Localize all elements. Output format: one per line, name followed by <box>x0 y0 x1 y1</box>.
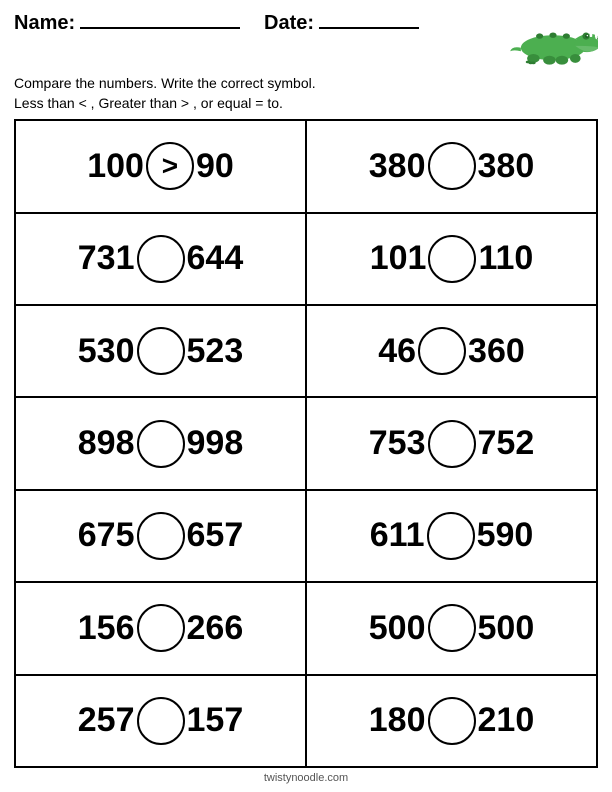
cell-content: 530 523 <box>16 327 305 375</box>
num2: 998 <box>187 424 244 463</box>
cell-content: 675 657 <box>16 512 305 560</box>
num1: 380 <box>369 147 426 186</box>
cell-content: 753 752 <box>307 420 596 468</box>
table-row-0-right: 380 380 <box>306 120 597 212</box>
cell-content: 257 157 <box>16 697 305 745</box>
num1: 731 <box>78 239 135 278</box>
table-row-3-right: 753 752 <box>306 397 597 489</box>
num1: 100 <box>87 147 144 186</box>
num1: 101 <box>370 239 427 278</box>
instructions-line2: Less than < , Greater than > , or equal … <box>14 95 283 111</box>
table-row-4-right: 611 590 <box>306 490 597 582</box>
table-row-0-left: 100 > 90 <box>15 120 306 212</box>
num2: 90 <box>196 147 234 186</box>
website-label: twistynoodle.com <box>264 772 348 784</box>
cell-content: 46 360 <box>307 327 596 375</box>
table-row-6-left: 257 157 <box>15 675 306 767</box>
num1: 180 <box>369 701 426 740</box>
table-row-2-right: 46 360 <box>306 305 597 397</box>
num1: 898 <box>78 424 135 463</box>
name-underline[interactable] <box>80 27 240 29</box>
instructions-block: Compare the numbers. Write the correct s… <box>14 74 598 113</box>
table-row-2-left: 530 523 <box>15 305 306 397</box>
symbol-circle[interactable] <box>418 327 466 375</box>
date-label: Date: <box>264 12 314 34</box>
cell-content: 101 110 <box>307 235 596 283</box>
symbol-circle[interactable]: > <box>146 142 194 190</box>
num2: 644 <box>187 239 244 278</box>
cell-content: 180 210 <box>307 697 596 745</box>
num2: 210 <box>478 701 535 740</box>
num1: 257 <box>78 701 135 740</box>
comparison-table: 100 > 90 380 380 731 644 101 110 530 <box>14 119 598 768</box>
symbol-circle[interactable] <box>427 512 475 560</box>
cell-content: 156 266 <box>16 604 305 652</box>
name-label: Name: <box>14 12 75 34</box>
symbol-circle[interactable] <box>428 697 476 745</box>
symbol-circle[interactable] <box>137 512 185 560</box>
table-row-5-left: 156 266 <box>15 582 306 674</box>
num1: 675 <box>78 516 135 555</box>
symbol-circle[interactable] <box>137 327 185 375</box>
cell-content: 380 380 <box>307 142 596 190</box>
num2: 110 <box>478 239 533 278</box>
table-row-1-right: 101 110 <box>306 213 597 305</box>
num1: 530 <box>78 332 135 371</box>
num2: 157 <box>187 701 244 740</box>
table-row-3-left: 898 998 <box>15 397 306 489</box>
symbol-circle[interactable] <box>428 604 476 652</box>
num1: 46 <box>378 332 416 371</box>
symbol-circle[interactable] <box>428 142 476 190</box>
symbol-circle[interactable] <box>137 235 185 283</box>
footer: twistynoodle.com <box>14 768 598 784</box>
num1: 753 <box>369 424 426 463</box>
num1: 156 <box>78 609 135 648</box>
num2: 380 <box>478 147 535 186</box>
num2: 590 <box>477 516 534 555</box>
instructions-line1: Compare the numbers. Write the correct s… <box>14 75 316 91</box>
cell-content: 500 500 <box>307 604 596 652</box>
num2: 752 <box>478 424 535 463</box>
date-underline[interactable] <box>319 27 419 29</box>
header-row: Name: Date: <box>14 12 598 72</box>
cell-content: 731 644 <box>16 235 305 283</box>
num2: 500 <box>478 609 535 648</box>
num2: 657 <box>187 516 244 555</box>
num1: 611 <box>370 516 425 555</box>
table-row-4-left: 675 657 <box>15 490 306 582</box>
num2: 523 <box>187 332 244 371</box>
symbol-circle[interactable] <box>137 420 185 468</box>
page: Name: Date: <box>0 0 612 792</box>
cell-content: 898 998 <box>16 420 305 468</box>
symbol-circle[interactable] <box>428 420 476 468</box>
symbol-circle[interactable] <box>137 604 185 652</box>
num1: 500 <box>369 609 426 648</box>
cell-content: 100 > 90 <box>16 142 305 190</box>
cell-content: 611 590 <box>307 512 596 560</box>
table-row-1-left: 731 644 <box>15 213 306 305</box>
table-row-5-right: 500 500 <box>306 582 597 674</box>
name-date-block: Name: Date: <box>14 12 419 35</box>
table-row-6-right: 180 210 <box>306 675 597 767</box>
num2: 360 <box>468 332 525 371</box>
symbol-circle[interactable] <box>428 235 476 283</box>
num2: 266 <box>187 609 244 648</box>
crocodile-image <box>508 12 598 72</box>
symbol-circle[interactable] <box>137 697 185 745</box>
